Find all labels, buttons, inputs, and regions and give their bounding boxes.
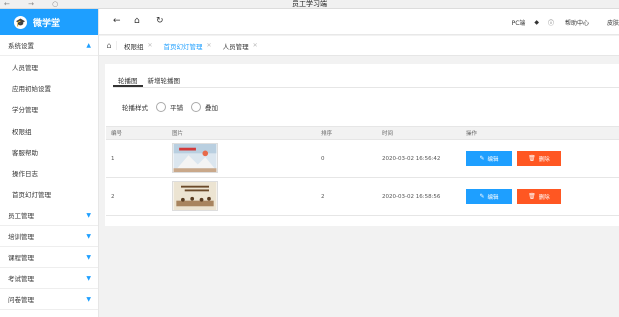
browser-title-bar: ← → ○ 员工学习端 [0, 0, 619, 9]
caret-down-icon: ▼ [86, 232, 91, 240]
caret-down-icon: ▼ [86, 253, 91, 261]
col-header-image: 图片 [172, 131, 184, 137]
skin-link[interactable]: 皮肤 [607, 18, 619, 27]
cell-time: 2020-03-02 16:58:56 [382, 193, 441, 200]
tab-home-slides[interactable]: 首页幻灯管理 ✕ [157, 41, 216, 51]
caret-up-icon: ▲ [86, 41, 91, 49]
delete-button[interactable]: 🗑 删除 [517, 189, 561, 204]
sidebar-group-label: 考试管理 [8, 275, 34, 284]
sidebar-group-label: 系统设置 [8, 42, 34, 50]
trash-icon: 🗑 [528, 194, 536, 200]
close-icon[interactable]: ✕ [253, 42, 258, 49]
cell-image [168, 180, 317, 213]
top-header: ← ⌂ ↻ PC端 ◆ ⓘ 帮助中心 皮肤 [99, 9, 619, 35]
cell-id: 1 [111, 155, 115, 162]
sidebar-group-training[interactable]: 培训管理 ▼ [0, 226, 98, 248]
pencil-icon: ✎ [479, 194, 485, 200]
sidebar-group-exams[interactable]: 考试管理 ▼ [0, 268, 98, 290]
sidebar-group-label: 课程管理 [8, 254, 34, 263]
radio-label: 平铺 [170, 104, 183, 112]
carousel-style-label: 轮播样式 [122, 104, 148, 112]
trash-icon: 🗑 [528, 156, 536, 162]
carousel-style-row: 轮播样式 平铺 叠加 [122, 102, 218, 112]
tab-label: 权限组 [124, 42, 144, 51]
sidebar-item-credits[interactable]: 学分管理 [0, 99, 98, 120]
pc-link[interactable]: PC端 [512, 18, 526, 27]
edit-label: 编辑 [487, 156, 499, 163]
brand-name: 微学堂 [33, 18, 61, 29]
graduation-cap-icon: 🎓 [14, 15, 27, 29]
refresh-icon[interactable]: ↻ [156, 16, 164, 26]
tab-personnel[interactable]: 人员管理 ✕ [216, 41, 262, 51]
sidebar-group-employees[interactable]: 员工管理 ▼ [0, 205, 98, 227]
cell-image [168, 142, 317, 175]
caret-down-icon: ▼ [86, 295, 91, 303]
browser-title: 员工学习端 [292, 0, 327, 8]
cell-actions: ✎ 编辑 🗑 删除 [462, 189, 619, 204]
sidebar-group-system-settings[interactable]: 系统设置 ▲ [0, 35, 98, 56]
radio-circle[interactable] [156, 102, 166, 112]
radio-tile[interactable]: 平铺 [156, 102, 183, 112]
home-icon[interactable]: ⌂ [134, 16, 140, 26]
table-row: 1 0 2020-03-02 16:56:42 ✎ 编辑 🗑 删除 [106, 140, 619, 178]
radio-circle[interactable] [191, 102, 201, 112]
page-tab-bar: ⌂ 权限组 ✕ 首页幻灯管理 ✕ 人员管理 ✕ [99, 36, 619, 56]
delete-label: 删除 [538, 156, 550, 163]
delete-button[interactable]: 🗑 删除 [517, 151, 561, 166]
sidebar-item-app-init[interactable]: 应用初始设置 [0, 77, 98, 98]
cell-sort: 0 [321, 155, 325, 162]
pencil-icon: ✎ [479, 156, 485, 162]
col-header-sort: 排序 [321, 131, 333, 137]
tab-label: 首页幻灯管理 [163, 42, 203, 51]
caret-down-icon: ▼ [86, 274, 91, 282]
col-header-time: 时间 [382, 131, 394, 137]
cell-sort: 2 [321, 193, 325, 200]
help-center-link[interactable]: ⓘ 帮助中心 [548, 18, 598, 27]
radio-overlay[interactable]: 叠加 [191, 102, 218, 112]
tab-label: 人员管理 [222, 42, 249, 51]
sidebar-item-permission-group[interactable]: 权限组 [0, 120, 98, 141]
col-header-id: 编号 [111, 131, 123, 137]
sidebar-item-logs[interactable]: 操作日志 [0, 162, 98, 183]
sidebar-group-surveys[interactable]: 问卷管理 ▼ [0, 289, 98, 311]
sidebar-group-courses[interactable]: 课程管理 ▼ [0, 247, 98, 269]
close-icon[interactable]: ✕ [207, 42, 212, 49]
cell-time: 2020-03-02 16:56:42 [382, 155, 441, 162]
cell-actions: ✎ 编辑 🗑 删除 [462, 151, 619, 166]
home-tab-icon[interactable]: ⌂ [102, 41, 117, 50]
close-icon[interactable]: ✕ [148, 42, 153, 49]
radio-label: 叠加 [205, 104, 218, 112]
sidebar-group-label: 培训管理 [8, 233, 34, 242]
caret-down-icon: ▼ [86, 211, 91, 219]
slide-thumbnail [172, 180, 218, 211]
header-right-tools: PC端 ◆ ⓘ 帮助中心 皮肤 [512, 9, 619, 35]
sidebar-submenu: 人员管理 应用初始设置 学分管理 权限组 客服帮助 操作日志 首页幻灯管理 [0, 56, 98, 206]
sidebar: 🎓 微学堂 系统设置 ▲ 人员管理 应用初始设置 学分管理 权限组 客服帮助 操… [0, 9, 99, 317]
col-header-actions: 操作 [466, 131, 478, 137]
slides-table: 编号 图片 排序 时间 操作 1 0 2020-03-02 16:56:42 ✎… [106, 126, 619, 216]
delete-label: 删除 [538, 194, 550, 201]
edit-button[interactable]: ✎ 编辑 [466, 151, 512, 166]
subtab-add-carousel[interactable]: 新增轮播图 [143, 72, 186, 87]
subtab-carousel[interactable]: 轮播图 [113, 72, 143, 87]
sidebar-item-home-slides[interactable]: 首页幻灯管理 [0, 184, 98, 205]
help-icon: ⓘ [548, 19, 555, 27]
sidebar-item-support[interactable]: 客服帮助 [0, 141, 98, 162]
cell-id: 2 [111, 193, 115, 200]
back-icon[interactable]: ← [113, 16, 121, 26]
slide-thumbnail [172, 142, 218, 173]
table-row: 2 2 2020-03-02 16:58:56 ✎ 编辑 🗑 删除 [106, 178, 619, 216]
sidebar-group-label: 员工管理 [8, 212, 34, 221]
tag-icon[interactable]: ◆ [534, 19, 539, 26]
sidebar-group-label: 问卷管理 [8, 296, 34, 305]
tab-permission-group[interactable]: 权限组 ✕ [117, 41, 157, 51]
edit-button[interactable]: ✎ 编辑 [466, 189, 512, 204]
help-label: 帮助中心 [564, 19, 589, 27]
brand-logo[interactable]: 🎓 微学堂 [0, 9, 98, 35]
main-content-card: 轮播图 新增轮播图 轮播样式 平铺 叠加 编号 图片 排序 时间 操作 1 0 … [105, 64, 619, 226]
sidebar-item-personnel[interactable]: 人员管理 [0, 56, 98, 77]
content-subtabs: 轮播图 新增轮播图 [113, 72, 619, 88]
edit-label: 编辑 [487, 194, 499, 201]
table-header: 编号 图片 排序 时间 操作 [106, 126, 619, 140]
